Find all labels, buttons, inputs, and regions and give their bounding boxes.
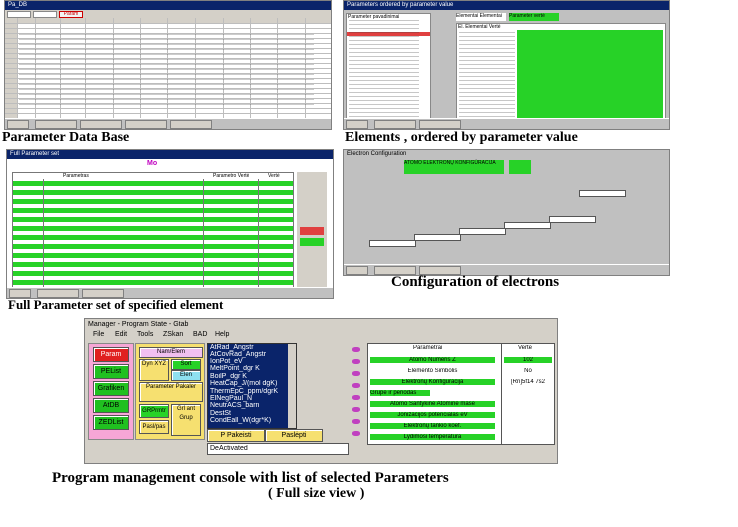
mid-button-panel: Nam/Elem Dyn XYZ Sort Elen Parameter Pak… <box>135 343 205 440</box>
table-header-param: Parametrai <box>413 345 443 351</box>
caption-console-line2: ( Full size view ) <box>268 486 365 501</box>
row-arrow-column <box>349 343 363 443</box>
param-list-item[interactable]: AtRad_Angstr <box>210 344 254 351</box>
left-button-panel: Param PEList Grafiken AtDB ZEDList <box>88 343 134 440</box>
arrow-icon[interactable] <box>352 395 360 400</box>
table-header-value: Vertė <box>518 345 533 351</box>
thumb-mr-header: ATOMO ELEKTRONŲ KONFIGŪRACIJA <box>404 160 504 174</box>
table-row[interactable]: Atomo Numeris Z 102 <box>368 356 554 367</box>
full-parameter-screenshot: Full Parameter set Mo Parametras Paramet… <box>6 149 334 299</box>
thumb-tr-table: El. Elementai Vertė <box>456 23 666 123</box>
param-list-item[interactable]: MeltPoint_dgr K <box>210 365 260 372</box>
caption-full-parameter: Full Parameter set of specified element <box>8 297 224 312</box>
thumb-ml-field: Mo <box>147 160 158 167</box>
elen-button[interactable]: Elen <box>171 370 201 381</box>
menu-file[interactable]: File <box>93 330 104 340</box>
parameter-db-screenshot: Pa_DB Param <box>4 0 332 130</box>
menu-tools[interactable]: Tools <box>137 330 153 340</box>
caption-console-line1: Program management console with list of … <box>52 470 449 486</box>
console-titlebar: Manager - Program State - Gtab <box>85 319 557 330</box>
menu-help[interactable]: Help <box>215 330 229 340</box>
grprmtr-button[interactable]: GRPrmtr <box>139 404 169 418</box>
thumb-tl-taskbar <box>5 118 331 129</box>
arrow-icon[interactable] <box>352 371 360 376</box>
thumb-mr-titlebar: Electron Configuration <box>344 150 669 159</box>
table-row[interactable]: Grupė ir periodas <box>368 389 554 400</box>
thumb-ml-table: Parametras Parametro Vertė Vertė <box>12 172 294 290</box>
caption-parameter-db: Parameter Data Base <box>2 130 130 145</box>
caption-elements-ordered: Elements , ordered by parameter value <box>345 130 578 145</box>
nam-elem-button[interactable]: Nam/Elem <box>139 347 203 358</box>
pelist-button[interactable]: PEList <box>93 364 129 379</box>
parameter-pakaler-button[interactable]: Parameter Pakaler <box>139 382 203 402</box>
arrow-icon[interactable] <box>352 419 360 424</box>
table-row[interactable]: Elektronų tankio koef. <box>368 422 554 433</box>
table-row[interactable]: Elemento Simbolis No <box>368 367 554 378</box>
table-row[interactable]: Jonizacijos potencialas eV <box>368 411 554 422</box>
zedlist-button[interactable]: ZEDList <box>93 415 129 430</box>
table-row[interactable]: Lydimosi temperatūra <box>368 433 554 444</box>
pasleepti-button[interactable]: Paslėpti <box>265 429 323 442</box>
grl-ant-grup-button[interactable]: Grl ant Grup <box>171 404 201 436</box>
thumb-tr-titlebar: Parameters ordered by parameter value <box>344 1 669 10</box>
thumb-tl-tab[interactable]: Param <box>59 11 83 18</box>
menu-zskan[interactable]: ZSkan <box>163 330 183 340</box>
param-list-item[interactable]: CondEall_W(dgr*K) <box>210 417 271 424</box>
param-list-item[interactable]: DestSt <box>210 410 231 417</box>
electron-config-screenshot: Electron Configuration ATOMO ELEKTRONŲ K… <box>343 149 670 276</box>
console-window: Manager - Program State - Gtab File Edit… <box>84 318 558 464</box>
param-list-item[interactable]: IonPot_eV <box>210 358 243 365</box>
grafiken-button[interactable]: Grafiken <box>93 381 129 396</box>
arrow-icon[interactable] <box>352 431 360 436</box>
param-list-item[interactable]: AtCovRad_Angstr <box>210 351 266 358</box>
elements-ordered-screenshot: Parameters ordered by parameter value Pa… <box>343 0 670 130</box>
arrow-icon[interactable] <box>352 359 360 364</box>
thumb-ml-titlebar: Full Parameter set <box>7 150 333 159</box>
param-list-item[interactable]: ElNegPaul_N <box>210 395 252 402</box>
param-button[interactable]: Param <box>93 347 129 362</box>
thumb-tr-h3: Parameter vertė <box>509 13 559 21</box>
caption-config-electrons: Configuration of electrons <box>391 274 560 290</box>
pasl-pas-button[interactable]: Pasl/pas <box>139 420 169 434</box>
parameter-listbox[interactable]: AtRad_Angstr AtCovRad_Angstr IonPot_eV M… <box>207 343 297 429</box>
table-row[interactable]: Atomo Santykinė Atominė masė <box>368 400 554 411</box>
arrow-icon[interactable] <box>352 407 360 412</box>
arrow-icon[interactable] <box>352 347 360 352</box>
menu-edit[interactable]: Edit <box>115 330 127 340</box>
atdb-button[interactable]: AtDB <box>93 398 129 413</box>
p-pakeisti-button[interactable]: P Pakeisti <box>207 429 265 442</box>
thumb-tl-grid <box>5 18 331 119</box>
table-row[interactable]: Elektronų Konfigūracija [Rn]5f14 7s2 <box>368 378 554 389</box>
param-list-item[interactable]: ThermEpC_ppm/dgrK <box>210 388 278 395</box>
console-menubar: File Edit Tools ZSkan BAD Help <box>85 330 557 340</box>
thumb-tl-toolbar: Param <box>5 10 331 18</box>
arrow-icon[interactable] <box>352 383 360 388</box>
listbox-scrollbar[interactable] <box>288 344 296 428</box>
menu-bad[interactable]: BAD <box>193 330 207 340</box>
thumb-tr-taskbar <box>344 118 669 129</box>
param-list-item[interactable]: NeutrACS_barn <box>210 402 259 409</box>
param-list-item[interactable]: HeatCap_J/(mol dgK) <box>210 380 277 387</box>
dyn-xyz-button[interactable]: Dyn XYZ <box>139 359 169 381</box>
sort-button[interactable]: Sort <box>171 359 201 370</box>
status-field[interactable]: DeActivated <box>207 443 349 455</box>
thumb-tl-titlebar: Pa_DB <box>5 1 331 10</box>
console-title: Manager - Program State - Gtab <box>88 321 189 328</box>
thumb-tr-h2: Elementai Elementai <box>456 13 506 21</box>
param-list-item[interactable]: BoilP_dgr K <box>210 373 247 380</box>
parameter-value-table: Parametrai Vertė Atomo Numeris Z 102 Ele… <box>367 343 555 445</box>
